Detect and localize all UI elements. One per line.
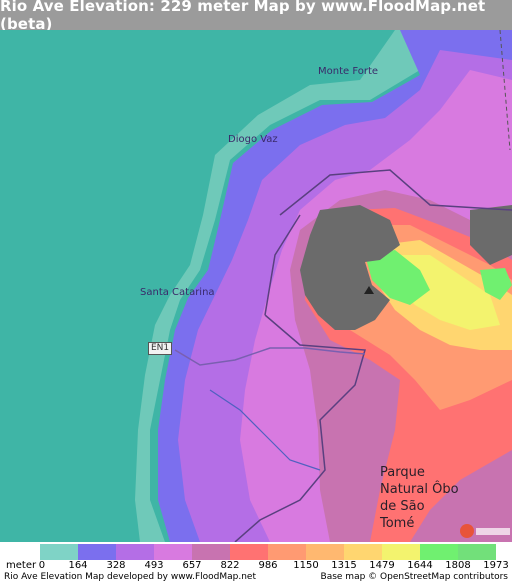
legend-tick-label: 657 (182, 560, 202, 571)
legend-swatch (420, 544, 458, 560)
legend-tick-label: 1973 (483, 560, 509, 571)
legend-tick-label: 1808 (445, 560, 471, 571)
legend-tick-label: 328 (106, 560, 126, 571)
legend-swatch (116, 544, 154, 560)
legend-swatch (344, 544, 382, 560)
legend-swatch (306, 544, 344, 560)
legend-swatch (40, 544, 78, 560)
legend-tick-labels: 0 164 328 493 657 822 986 1150 1315 1479 1644 1808 1… (0, 560, 512, 572)
legend-color-bar (40, 544, 496, 560)
legend-tick-label: 164 (68, 560, 88, 571)
title-bar: Rio Ave Elevation: 229 meter Map by www.… (0, 0, 512, 33)
legend-tick-label: 986 (258, 560, 278, 571)
legend-tick-label: 1644 (407, 560, 433, 571)
park-label: Parque Natural Ôbo de São Tomé (380, 465, 459, 531)
legend-tick-label: 493 (144, 560, 164, 571)
legend-swatch (382, 544, 420, 560)
legend-swatch (458, 544, 496, 560)
road-sign-en1: EN1 (148, 342, 173, 355)
credit-basemap: Base map © OpenStreetMap contributors (320, 572, 508, 582)
legend-tick-label: 1479 (369, 560, 395, 571)
legend-tick-label: 0 (38, 560, 46, 571)
place-label-diogo-vaz: Diogo Vaz (228, 134, 278, 145)
credit-developer: Rio Ave Elevation Map developed by www.F… (4, 572, 256, 582)
openstreetmap-logo-icon (460, 524, 510, 538)
legend-swatch (268, 544, 306, 560)
legend-swatch (192, 544, 230, 560)
place-label-monte-forte: Monte Forte (318, 66, 379, 77)
legend-tick-label: 822 (220, 560, 240, 571)
legend-swatch (78, 544, 116, 560)
legend-tick-label: 1150 (293, 560, 319, 571)
place-label-santa-catarina: Santa Catarina (140, 287, 215, 298)
legend-tick-label: 1315 (331, 560, 357, 571)
elevation-legend: meter 0 164 328 493 657 822 986 1150 1315 1479 164… (0, 542, 512, 582)
elevation-map[interactable]: Monte Forte Diogo Vaz Santa Catarina EN1… (0, 30, 512, 542)
legend-swatch (230, 544, 268, 560)
legend-swatch (154, 544, 192, 560)
map-title: Rio Ave Elevation: 229 meter Map by www.… (0, 0, 486, 33)
